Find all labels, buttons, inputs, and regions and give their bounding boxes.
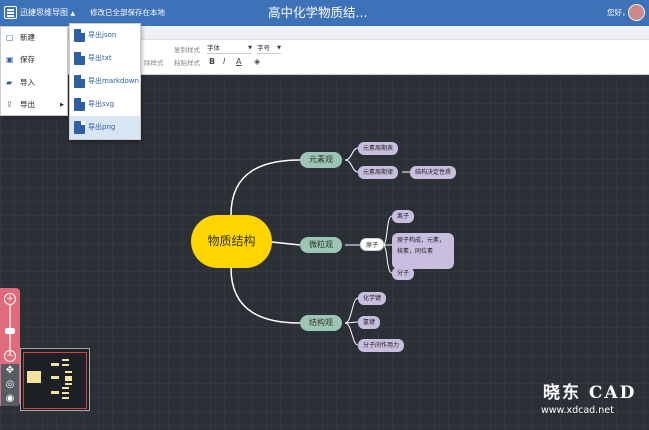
move-icon[interactable]: ✥ xyxy=(1,364,19,378)
minimap-preview xyxy=(27,359,72,399)
avatar[interactable] xyxy=(628,4,645,21)
export-png-item[interactable]: 导出png xyxy=(70,116,140,139)
watermark-logo: 晓东 CAD xyxy=(543,383,637,403)
leaf-node[interactable]: 化学键 xyxy=(358,292,387,305)
menu-item-label: 新建 xyxy=(20,33,35,42)
fill-color-button[interactable]: ◈ xyxy=(254,57,260,66)
file-icon xyxy=(74,29,85,42)
app-logo-icon[interactable] xyxy=(4,6,17,19)
menu-item-label: 导入 xyxy=(20,78,35,87)
app-name: 迅捷思维导图 xyxy=(20,8,68,17)
submenu-label: 导出svg xyxy=(88,100,115,108)
menu-item-label: 导出 xyxy=(20,100,35,109)
file-icon xyxy=(74,98,85,111)
chevron-right-icon: ▶ xyxy=(60,102,64,108)
paste-style-button[interactable]: 粘贴样式 xyxy=(174,57,200,67)
folder-open-icon: ▰ xyxy=(6,78,13,87)
submenu-label: 导出png xyxy=(88,123,116,131)
menu-item-save[interactable]: ▣ 保存 xyxy=(1,49,69,71)
submenu-label: 导出txt xyxy=(88,54,112,62)
export-json-item[interactable]: 导出json xyxy=(70,24,140,47)
eye-icon[interactable]: ◉ xyxy=(1,392,19,406)
watermark-url: www.xdcad.net xyxy=(541,405,614,416)
locate-icon[interactable]: ◎ xyxy=(1,378,19,392)
export-icon: ⇪ xyxy=(6,100,13,109)
font-size-select[interactable]: 字号 ▼ xyxy=(257,43,281,54)
app-menu-button[interactable]: 迅捷思维导图 ▲ xyxy=(20,0,75,26)
greeting-text: 您好， xyxy=(607,8,630,17)
leaf-node[interactable]: 离子 xyxy=(392,210,415,223)
zoom-in-icon[interactable]: + xyxy=(4,293,16,305)
font-size-value: 字号 xyxy=(257,44,270,52)
branch-node-structure-view[interactable]: 结构观 xyxy=(300,315,342,331)
font-family-select[interactable]: 字体 ▼ xyxy=(207,43,252,54)
leaf-node[interactable]: 结构决定性质 xyxy=(410,166,457,179)
caret-down-icon: ▼ xyxy=(248,45,252,51)
export-svg-item[interactable]: 导出svg xyxy=(70,93,140,116)
menu-item-label: 保存 xyxy=(20,55,35,64)
minimap[interactable] xyxy=(20,348,90,411)
leaf-node[interactable]: 分子间作用力 xyxy=(358,339,405,352)
root-node[interactable]: 物质结构 xyxy=(191,215,272,268)
export-submenu: 导出json 导出txt 导出markdown 导出svg 导出png xyxy=(69,23,141,140)
caret-down-icon: ▼ xyxy=(277,45,281,51)
caret-up-icon: ▲ xyxy=(70,10,76,17)
leaf-node[interactable]: 分子 xyxy=(392,267,415,280)
copy-style-button[interactable]: 复制样式 xyxy=(174,44,200,54)
zoom-panel: + − ✥ ◎ ◉ xyxy=(0,288,20,406)
file-icon xyxy=(74,75,85,88)
font-color-button[interactable]: A xyxy=(236,57,241,66)
sub-node-atom[interactable]: 原子 xyxy=(360,238,385,251)
menu-item-export[interactable]: ⇪ 导出 ▶ xyxy=(1,94,69,116)
leaf-node[interactable]: 氢键 xyxy=(358,316,381,329)
bold-button[interactable]: B xyxy=(209,57,215,66)
zoom-slider-thumb[interactable] xyxy=(5,328,15,334)
export-markdown-item[interactable]: 导出markdown xyxy=(70,70,140,93)
branch-node-particle-view[interactable]: 微粒观 xyxy=(300,237,342,253)
export-txt-item[interactable]: 导出txt xyxy=(70,47,140,70)
leaf-node[interactable]: 元素周期律 xyxy=(358,166,399,179)
branch-node-element-view[interactable]: 元素观 xyxy=(300,152,342,168)
zoom-out-icon[interactable]: − xyxy=(4,350,16,362)
submenu-label: 导出markdown xyxy=(88,77,139,85)
leaf-node[interactable]: 原子构成，元素，核素，同位素 xyxy=(392,233,454,269)
file-icon xyxy=(74,121,85,134)
file-icon xyxy=(74,52,85,65)
new-file-icon: ▢ xyxy=(6,33,14,42)
menu-item-new[interactable]: ▢ 新建 xyxy=(1,27,69,49)
save-icon: ▣ xyxy=(6,55,14,64)
document-title[interactable]: 高中化学物质结... xyxy=(268,0,367,26)
italic-button[interactable]: I xyxy=(223,57,225,66)
leaf-node[interactable]: 元素周期表 xyxy=(358,142,399,155)
app-dropdown-menu: ▢ 新建 ▣ 保存 ▰ 导入 ⇪ 导出 ▶ xyxy=(0,26,68,116)
font-family-value: 字体 xyxy=(207,44,220,52)
menu-item-import[interactable]: ▰ 导入 xyxy=(1,72,69,94)
clear-style-button[interactable]: 除样式 xyxy=(144,57,164,67)
submenu-label: 导出json xyxy=(88,31,117,39)
